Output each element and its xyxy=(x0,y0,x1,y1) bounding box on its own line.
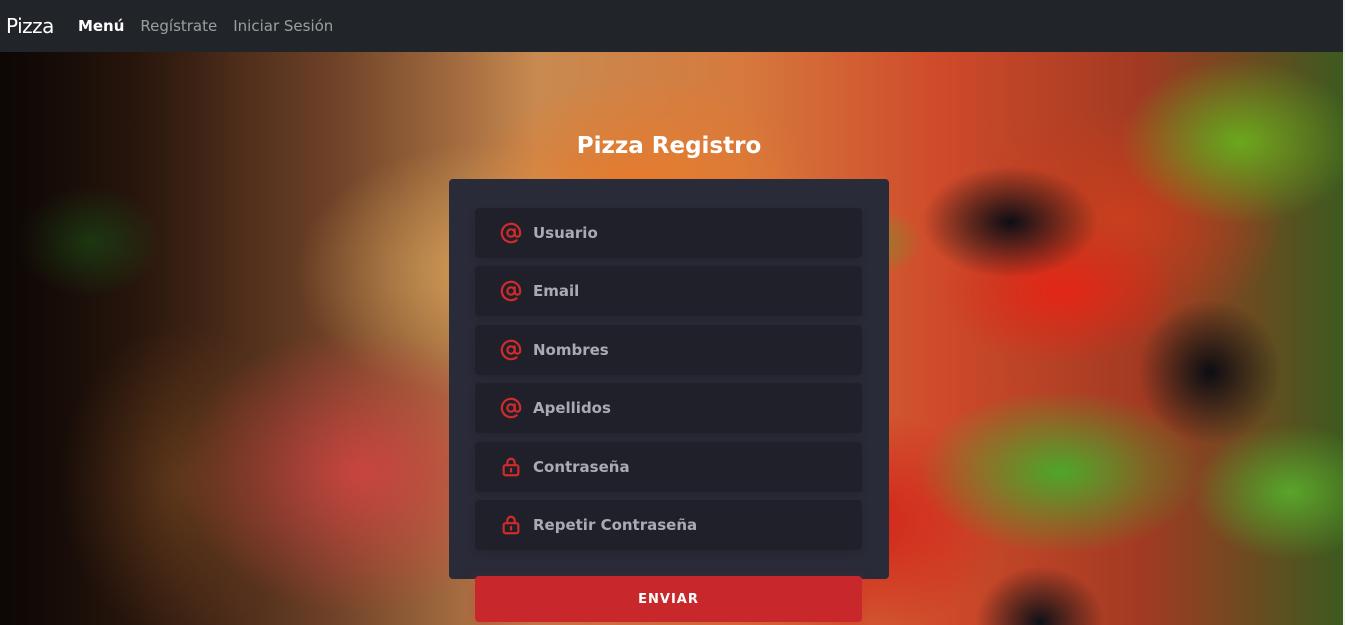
repeat-password-placeholder: Repetir Contraseña xyxy=(533,516,698,534)
nav-link-login[interactable]: Iniciar Sesión xyxy=(233,17,333,35)
at-icon xyxy=(500,397,522,419)
lock-icon xyxy=(500,514,522,536)
password-placeholder: Contraseña xyxy=(533,458,630,476)
email-placeholder: Email xyxy=(533,282,580,300)
email-field[interactable]: Email xyxy=(475,266,862,316)
first-names-field[interactable]: Nombres xyxy=(475,325,862,375)
first-names-placeholder: Nombres xyxy=(533,341,609,359)
page-title: Pizza Registro xyxy=(576,133,762,159)
at-icon xyxy=(500,222,522,244)
page: Pizza Menú Regístrate Iniciar Sesión Piz… xyxy=(0,0,1345,625)
password-field[interactable]: Contraseña xyxy=(475,442,862,492)
username-field[interactable]: Usuario xyxy=(475,208,862,258)
at-icon xyxy=(500,280,522,302)
username-placeholder: Usuario xyxy=(533,224,598,242)
nav-link-menu[interactable]: Menú xyxy=(78,17,124,35)
last-names-field[interactable]: Apellidos xyxy=(475,383,862,433)
lock-icon xyxy=(500,456,522,478)
register-form-card: Usuario Email Nombres Apellidos Contrase xyxy=(449,179,889,579)
navbar: Pizza Menú Regístrate Iniciar Sesión xyxy=(0,0,1343,52)
at-icon xyxy=(500,339,522,361)
repeat-password-field[interactable]: Repetir Contraseña xyxy=(475,500,862,550)
last-names-placeholder: Apellidos xyxy=(533,399,611,417)
submit-button[interactable]: ENVIAR xyxy=(475,576,862,622)
brand-logo[interactable]: Pizza xyxy=(6,14,54,38)
nav-link-register[interactable]: Regístrate xyxy=(140,17,217,35)
